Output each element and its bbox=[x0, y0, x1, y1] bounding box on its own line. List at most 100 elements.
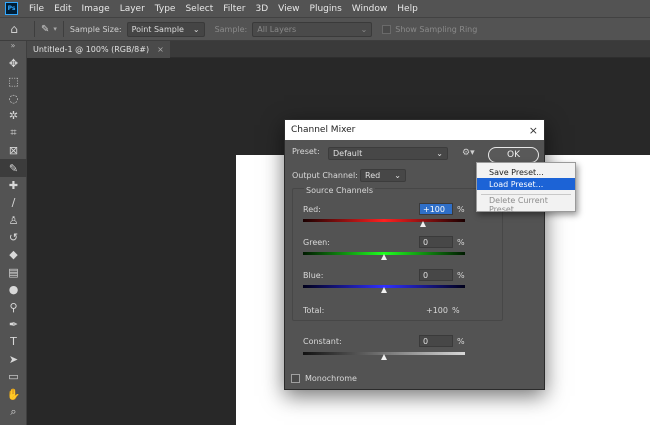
channel-mixer-dialog: Channel Mixer × Preset: Default ⌄ ⚙▾ OK … bbox=[284, 119, 545, 390]
output-channel-value: Red bbox=[365, 171, 381, 180]
history-brush-icon[interactable]: ↺ bbox=[0, 229, 27, 246]
save-preset-item[interactable]: Save Preset... bbox=[477, 166, 575, 178]
preset-options-menu: Save Preset... Load Preset... Delete Cur… bbox=[476, 162, 576, 214]
menu-filter[interactable]: Filter bbox=[218, 4, 250, 14]
magic-wand-icon[interactable]: ✲ bbox=[0, 107, 27, 124]
blue-label: Blue: bbox=[303, 271, 324, 280]
red-slider-thumb[interactable] bbox=[420, 221, 426, 227]
menu-layer[interactable]: Layer bbox=[115, 4, 150, 14]
sampling-ring-label: Show Sampling Ring bbox=[395, 24, 478, 34]
home-icon[interactable]: ⌂ bbox=[0, 22, 28, 36]
dodge-icon[interactable]: ⚲ bbox=[0, 298, 27, 315]
menu-file[interactable]: File bbox=[24, 4, 49, 14]
options-bar: ⌂ ✎ ▾ Sample Size: Point Sample ⌄ Sample… bbox=[0, 17, 650, 41]
preset-value: Default bbox=[333, 149, 363, 158]
sample-select[interactable]: All Layers ⌄ bbox=[252, 21, 373, 37]
gradient-icon[interactable]: ▤ bbox=[0, 264, 27, 281]
menu-bar: Ps File Edit Image Layer Type Select Fil… bbox=[0, 0, 650, 17]
load-preset-item[interactable]: Load Preset... bbox=[477, 178, 575, 190]
zoom-icon[interactable]: ⌕ bbox=[0, 403, 27, 420]
constant-slider-thumb[interactable] bbox=[381, 354, 387, 360]
close-icon[interactable]: × bbox=[157, 45, 164, 54]
total-label: Total: bbox=[303, 306, 325, 315]
shape-icon[interactable]: ▭ bbox=[0, 368, 27, 385]
chevron-down-icon: ⌄ bbox=[360, 24, 368, 34]
photoshop-logo: Ps bbox=[5, 2, 18, 15]
dialog-title-bar: Channel Mixer × bbox=[285, 120, 544, 140]
crop-icon[interactable]: ⌗ bbox=[0, 125, 27, 142]
blue-slider-thumb[interactable] bbox=[381, 287, 387, 293]
green-percent: % bbox=[457, 238, 465, 247]
divider bbox=[62, 21, 64, 37]
menu-plugins[interactable]: Plugins bbox=[305, 4, 347, 14]
document-tab-strip: Untitled-1 @ 100% (RGB/8#) × bbox=[27, 41, 650, 58]
red-value-field[interactable]: +100 bbox=[419, 203, 453, 215]
output-channel-select[interactable]: Red ⌄ bbox=[360, 169, 406, 182]
type-icon[interactable]: T bbox=[0, 333, 27, 350]
total-percent: % bbox=[452, 306, 460, 315]
lasso-icon[interactable]: ◌ bbox=[0, 90, 27, 107]
collapse-icon[interactable]: » bbox=[0, 41, 26, 55]
preset-row: Preset: bbox=[292, 147, 320, 156]
red-slider-track[interactable] bbox=[303, 219, 465, 222]
sample-size-label: Sample Size: bbox=[69, 24, 122, 34]
constant-value-field[interactable]: 0 bbox=[419, 335, 453, 347]
frame-icon[interactable]: ⊠ bbox=[0, 142, 27, 159]
preset-select[interactable]: Default ⌄ bbox=[328, 147, 448, 160]
chevron-down-icon[interactable]: ▾ bbox=[53, 25, 57, 33]
close-icon[interactable]: × bbox=[529, 124, 538, 137]
menu-image[interactable]: Image bbox=[77, 4, 115, 14]
sample-label: Sample: bbox=[214, 24, 248, 34]
total-value: +100 bbox=[426, 306, 448, 315]
divider bbox=[34, 21, 35, 37]
green-slider-thumb[interactable] bbox=[381, 254, 387, 260]
menu-select[interactable]: Select bbox=[180, 4, 218, 14]
delete-preset-item[interactable]: Delete Current Preset bbox=[477, 196, 575, 214]
eyedropper-preset-icon[interactable]: ✎ bbox=[41, 24, 49, 35]
move-icon[interactable]: ✥ bbox=[0, 55, 27, 72]
green-value-field[interactable]: 0 bbox=[419, 236, 453, 248]
sampling-ring-checkbox[interactable] bbox=[382, 24, 392, 34]
blue-percent: % bbox=[457, 271, 465, 280]
menu-divider bbox=[481, 194, 571, 195]
sample-value: All Layers bbox=[257, 24, 297, 34]
constant-label: Constant: bbox=[303, 337, 342, 346]
monochrome-label: Monochrome bbox=[305, 374, 357, 383]
menu-window[interactable]: Window bbox=[347, 4, 393, 14]
menu-edit[interactable]: Edit bbox=[49, 4, 76, 14]
document-tab[interactable]: Untitled-1 @ 100% (RGB/8#) × bbox=[27, 41, 170, 58]
ok-button[interactable]: OK bbox=[488, 147, 539, 163]
marquee-icon[interactable]: ⬚ bbox=[0, 72, 27, 89]
blue-value-field[interactable]: 0 bbox=[419, 269, 453, 281]
healing-icon[interactable]: ✚ bbox=[0, 177, 27, 194]
document-tab-title: Untitled-1 @ 100% (RGB/8#) bbox=[33, 45, 150, 54]
chevron-down-icon: ⌄ bbox=[192, 24, 200, 34]
eyedropper-icon[interactable]: ✎ bbox=[0, 159, 27, 177]
menu-view[interactable]: View bbox=[273, 4, 304, 14]
blur-icon[interactable]: ● bbox=[0, 281, 27, 298]
constant-percent: % bbox=[457, 337, 465, 346]
toolbar: » ✥ ⬚ ◌ ✲ ⌗ ⊠ ✎ ✚ ∕ ♙ ↺ ◆ ▤ ● ⚲ ✒ T ➤ ▭ … bbox=[0, 41, 27, 425]
menu-type[interactable]: Type bbox=[150, 4, 181, 14]
sample-size-value: Point Sample bbox=[131, 24, 184, 34]
output-channel-label: Output Channel: bbox=[292, 171, 358, 180]
stamp-icon[interactable]: ♙ bbox=[0, 212, 27, 229]
eraser-icon[interactable]: ◆ bbox=[0, 246, 27, 263]
source-channels-title: Source Channels bbox=[304, 186, 376, 195]
red-percent: % bbox=[457, 205, 465, 214]
dialog-title: Channel Mixer bbox=[291, 125, 356, 135]
menu-help[interactable]: Help bbox=[392, 4, 423, 14]
red-label: Red: bbox=[303, 205, 321, 214]
hand-icon[interactable]: ✋ bbox=[0, 385, 27, 402]
gear-icon[interactable]: ⚙▾ bbox=[462, 148, 475, 158]
preset-label: Preset: bbox=[292, 147, 320, 156]
pen-icon[interactable]: ✒ bbox=[0, 316, 27, 333]
green-label: Green: bbox=[303, 238, 330, 247]
chevron-down-icon: ⌄ bbox=[394, 171, 401, 180]
brush-icon[interactable]: ∕ bbox=[0, 194, 27, 211]
path-select-icon[interactable]: ➤ bbox=[0, 351, 27, 368]
monochrome-checkbox[interactable] bbox=[291, 374, 300, 383]
menu-3d[interactable]: 3D bbox=[251, 4, 274, 14]
sample-size-select[interactable]: Point Sample ⌄ bbox=[126, 21, 205, 37]
chevron-down-icon: ⌄ bbox=[436, 149, 443, 158]
